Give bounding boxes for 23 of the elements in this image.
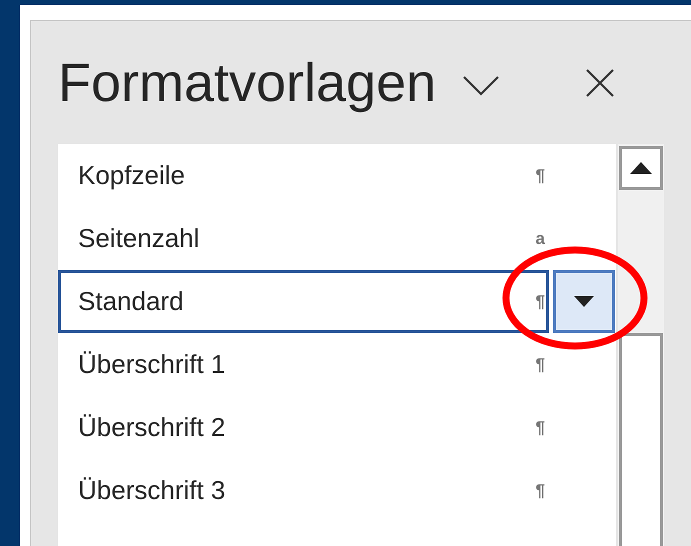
style-type-symbol: ¶ bbox=[536, 164, 545, 187]
style-name: Seitenzahl bbox=[78, 222, 200, 255]
style-dropdown-button[interactable] bbox=[553, 270, 615, 333]
caret-down-icon bbox=[574, 296, 594, 307]
scroll-up-button[interactable] bbox=[619, 146, 663, 190]
close-icon[interactable] bbox=[584, 66, 616, 98]
style-item[interactable]: Seitenzahl a bbox=[58, 207, 616, 270]
style-name: Standard bbox=[78, 285, 185, 318]
style-item[interactable]: Kopfzeile ¶ bbox=[58, 144, 616, 207]
style-name: Überschrift 3 bbox=[78, 474, 226, 507]
style-type-symbol: a bbox=[536, 228, 545, 250]
style-name: Überschrift 2 bbox=[78, 411, 226, 444]
style-item[interactable]: Überschrift 3 ¶ bbox=[58, 459, 616, 522]
style-type-symbol: ¶ bbox=[536, 290, 545, 313]
caret-up-icon bbox=[630, 162, 652, 174]
style-name: Kopfzeile bbox=[78, 159, 186, 192]
style-item[interactable]: Überschrift 2 ¶ bbox=[58, 396, 616, 459]
style-type-symbol: ¶ bbox=[536, 480, 545, 502]
scrollbar-thumb[interactable] bbox=[619, 333, 663, 546]
style-type-symbol: ¶ bbox=[536, 354, 545, 376]
style-type-symbol: ¶ bbox=[536, 416, 545, 439]
style-name: Überschrift 1 bbox=[78, 348, 226, 381]
style-item[interactable]: Überschrift 1 ¶ bbox=[58, 333, 616, 396]
